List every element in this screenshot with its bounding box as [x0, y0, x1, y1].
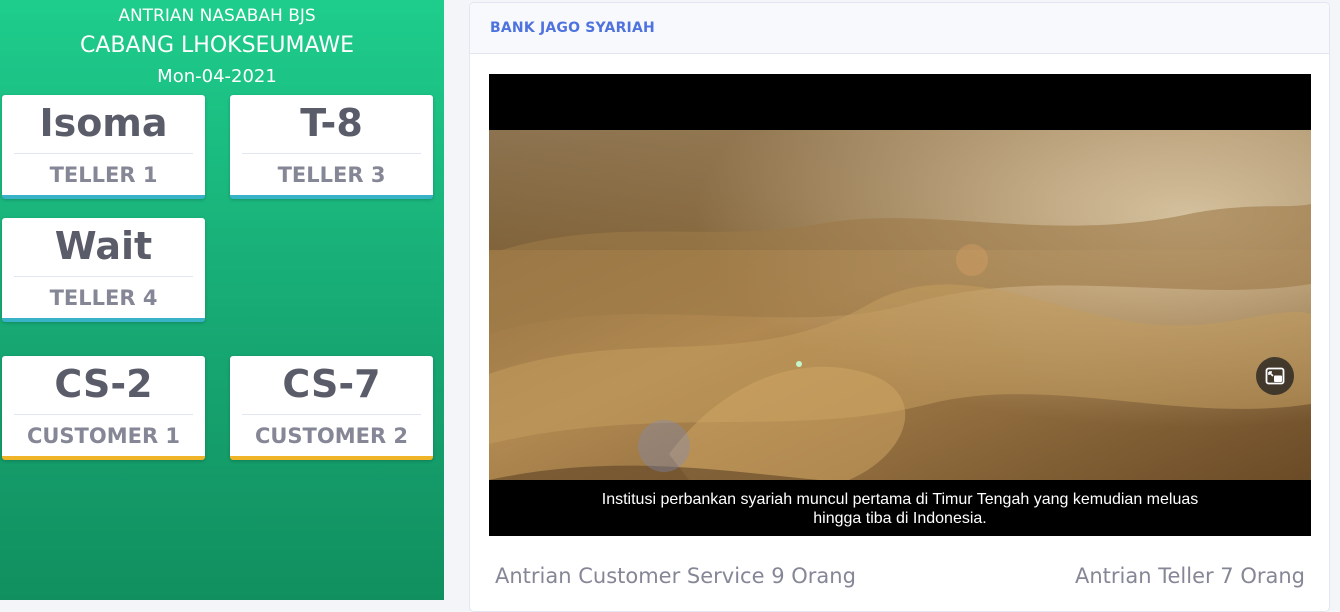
counter-card-teller-1: Isoma TELLER 1 [2, 95, 205, 199]
counter-label: TELLER 1 [49, 163, 158, 187]
counter-label: TELLER 3 [277, 163, 386, 187]
queue-sidebar: ANTRIAN NASABAH BJS CABANG LHOKSEUMAWE M… [0, 0, 444, 600]
counter-card-customer-2: CS-7 CUSTOMER 2 [230, 356, 433, 460]
cs-queue-count: Antrian Customer Service 9 Orang [495, 564, 856, 588]
branch-name: CABANG LHOKSEUMAWE [79, 33, 355, 58]
queue-number: CS-7 [282, 362, 381, 406]
queue-title: ANTRIAN NASABAH BJS [118, 6, 316, 26]
counter-card-customer-1: CS-2 CUSTOMER 1 [2, 356, 205, 460]
video-caption: Institusi perbankan syariah muncul perta… [489, 490, 1311, 528]
video-player[interactable]: Institusi perbankan syariah muncul perta… [489, 74, 1311, 536]
queue-number: Wait [54, 224, 153, 268]
caption-line-2: hingga tiba di Indonesia. [813, 510, 987, 527]
counter-card-teller-3: T-8 TELLER 3 [230, 95, 433, 199]
media-panel: BANK JAGO SYARIAH Institusi perbankan sy… [469, 2, 1330, 612]
video-frame [489, 74, 1311, 536]
panel-title: BANK JAGO SYARIAH [490, 20, 655, 36]
counter-label: CUSTOMER 2 [254, 424, 409, 448]
panel-header: BANK JAGO SYARIAH [470, 3, 1329, 54]
date-display: Mon-04-2021 [157, 66, 277, 87]
queue-number: CS-2 [54, 362, 153, 406]
queue-number: Isoma [39, 101, 168, 145]
queue-number: T-8 [300, 101, 363, 145]
picture-in-picture-icon [1265, 367, 1285, 385]
counter-label: TELLER 4 [49, 286, 158, 310]
picture-in-picture-button[interactable] [1256, 357, 1294, 395]
counter-label: CUSTOMER 1 [26, 424, 181, 448]
caption-line-1: Institusi perbankan syariah muncul perta… [601, 491, 1199, 508]
teller-queue-count: Antrian Teller 7 Orang [1074, 564, 1305, 588]
counter-card-teller-4: Wait TELLER 4 [2, 218, 205, 322]
